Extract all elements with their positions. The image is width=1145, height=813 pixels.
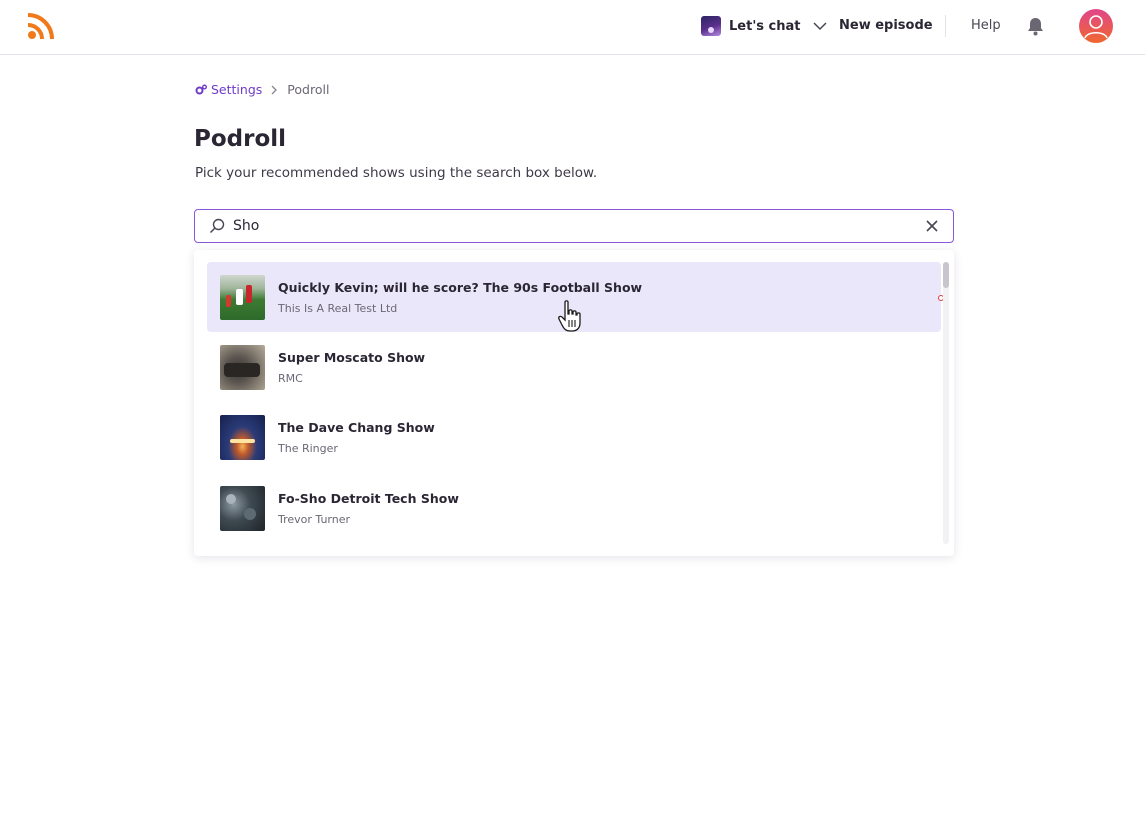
- bell-icon[interactable]: [1026, 16, 1045, 36]
- show-artwork: [220, 275, 265, 320]
- show-artwork: [701, 16, 721, 36]
- show-artwork: [220, 345, 265, 390]
- page-title: Podroll: [194, 126, 287, 152]
- show-artwork: [220, 486, 265, 531]
- breadcrumb-current: Podroll: [287, 82, 330, 97]
- chevron-down-icon: [812, 22, 827, 31]
- search-input[interactable]: [233, 210, 913, 242]
- show-switcher[interactable]: Let's chat: [701, 15, 828, 37]
- result-title: Super Moscato Show: [278, 350, 426, 365]
- search-icon: [209, 218, 225, 234]
- show-search-box: [194, 209, 954, 243]
- top-navigation-bar: Let's chat New episode Help: [0, 0, 1145, 55]
- show-name: Let's chat: [729, 18, 801, 34]
- result-title: Quickly Kevin; will he score? The 90s Fo…: [278, 280, 643, 295]
- user-avatar[interactable]: [1079, 9, 1113, 43]
- search-result-item[interactable]: Fo-Sho Detroit Tech Show Trevor Turner: [207, 473, 941, 543]
- close-icon[interactable]: [925, 219, 939, 233]
- breadcrumb-settings-link[interactable]: Settings: [195, 82, 262, 97]
- scrollbar-thumb[interactable]: [943, 262, 949, 288]
- gear-icon: [195, 84, 207, 94]
- chevron-right-icon: [271, 85, 278, 94]
- header-divider: [945, 15, 946, 37]
- result-author: The Ringer: [278, 442, 338, 455]
- result-author: Trevor Turner: [278, 513, 351, 526]
- search-results-dropdown: Quickly Kevin; will he score? The 90s Fo…: [194, 250, 954, 556]
- breadcrumb-settings-label: Settings: [211, 82, 263, 97]
- result-author: RMC: [278, 372, 303, 385]
- results-scrollbar[interactable]: [943, 262, 949, 544]
- search-result-item[interactable]: The Dave Chang Show The Ringer: [207, 402, 941, 472]
- result-author: This Is A Real Test Ltd: [278, 302, 398, 315]
- help-link[interactable]: Help: [971, 18, 1001, 33]
- page-subtitle: Pick your recommended shows using the se…: [195, 165, 598, 181]
- result-title: The Dave Chang Show: [278, 420, 435, 435]
- breadcrumb: Settings Podroll: [195, 82, 329, 97]
- show-artwork: [220, 415, 265, 460]
- user-avatar-icon: [1084, 15, 1108, 39]
- search-result-item[interactable]: Quickly Kevin; will he score? The 90s Fo…: [207, 262, 941, 332]
- new-episode-button[interactable]: New episode: [839, 18, 933, 33]
- rss-feed-icon[interactable]: [27, 12, 55, 40]
- result-title: Fo-Sho Detroit Tech Show: [278, 491, 459, 506]
- search-result-item[interactable]: Super Moscato Show RMC: [207, 332, 941, 402]
